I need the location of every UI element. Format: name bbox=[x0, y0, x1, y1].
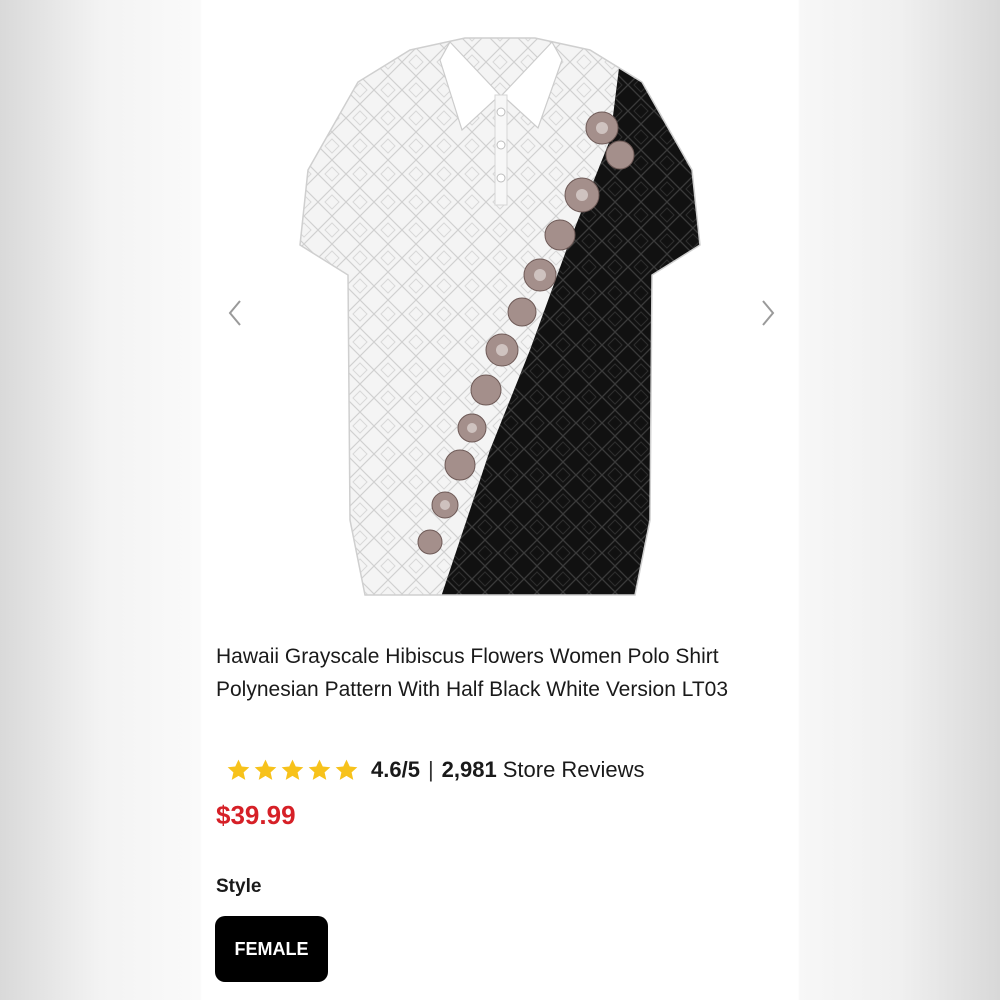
rating-summary[interactable]: 4.6/5 | 2,981 Store Reviews bbox=[226, 754, 645, 786]
review-label: Store Reviews bbox=[502, 757, 645, 782]
previous-image-button[interactable] bbox=[221, 296, 249, 330]
rating-separator: | bbox=[427, 757, 434, 782]
product-title: Hawaii Grayscale Hibiscus Flowers Women … bbox=[216, 645, 729, 701]
star-icon bbox=[335, 759, 358, 780]
star-icon bbox=[227, 759, 250, 780]
style-label: Style bbox=[216, 876, 262, 897]
review-count: 2,981 bbox=[441, 757, 497, 782]
star-rating bbox=[226, 758, 359, 783]
product-image[interactable] bbox=[290, 20, 710, 600]
star-icon bbox=[308, 759, 331, 780]
chevron-right-icon bbox=[762, 300, 775, 326]
chevron-left-icon bbox=[228, 300, 241, 326]
style-option-female[interactable]: FEMALE bbox=[215, 916, 328, 982]
star-icon bbox=[254, 759, 277, 780]
rating-value: 4.6/5 bbox=[371, 757, 420, 782]
star-icon bbox=[281, 759, 304, 780]
product-page: Hawaii Grayscale Hibiscus Flowers Women … bbox=[202, 0, 798, 1000]
next-image-button[interactable] bbox=[754, 296, 782, 330]
product-price: $39.99 bbox=[216, 800, 296, 830]
style-option-label: FEMALE bbox=[234, 938, 309, 959]
product-gallery bbox=[202, 0, 798, 610]
